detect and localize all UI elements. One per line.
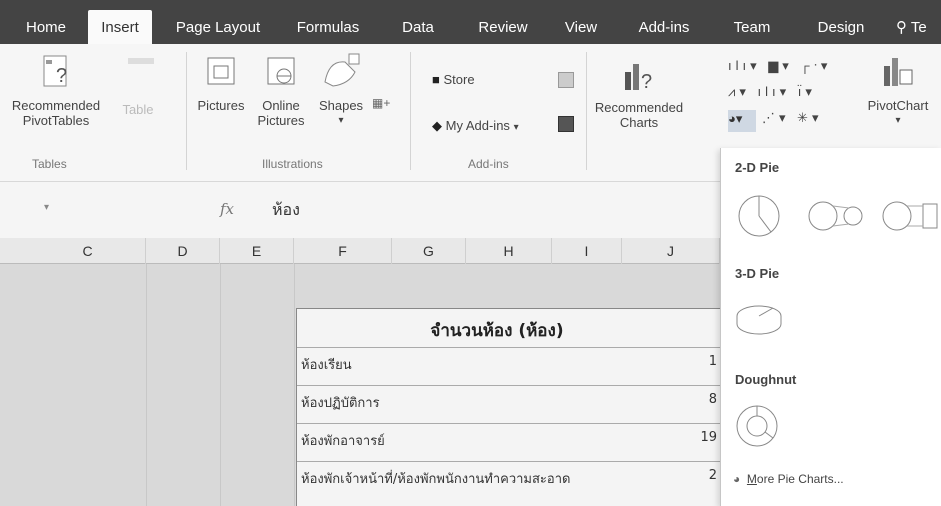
group-separator bbox=[186, 52, 187, 170]
tab-view[interactable]: View bbox=[556, 12, 606, 44]
ribbon-tab-bar: Home Insert Page Layout Formulas Data Re… bbox=[0, 0, 941, 44]
gridline bbox=[220, 264, 221, 506]
chevron-down-icon: ▾ bbox=[338, 115, 344, 126]
group-separator bbox=[586, 52, 587, 170]
worksheet-grid[interactable]: จำนวนห้อง (ห้อง) ห้องเรียน 1 ห้องปฏิบัติ… bbox=[0, 264, 720, 506]
store-button[interactable]: ■ Store bbox=[432, 72, 475, 87]
pivotchart-icon bbox=[884, 58, 913, 86]
pie-of-pie-option[interactable] bbox=[805, 194, 869, 238]
chevron-down-icon: ▾ bbox=[895, 115, 901, 126]
group-label-addins: Add-ins bbox=[468, 157, 509, 171]
tab-add-ins[interactable]: Add-ins bbox=[626, 12, 702, 44]
tab-formulas[interactable]: Formulas bbox=[286, 12, 370, 44]
tab-home[interactable]: Home bbox=[14, 12, 78, 44]
shapes-icon bbox=[324, 53, 360, 87]
section-doughnut-heading: Doughnut bbox=[735, 372, 797, 387]
tab-insert[interactable]: Insert bbox=[88, 10, 152, 44]
group-label-tables: Tables bbox=[32, 157, 67, 171]
table-icon bbox=[128, 58, 154, 64]
recommended-charts-icon: ? bbox=[625, 64, 652, 93]
chevron-down-icon: ▾ bbox=[513, 122, 519, 133]
column-header-j[interactable]: J bbox=[622, 238, 720, 264]
column-header-c[interactable]: C bbox=[30, 238, 146, 264]
row-label: ห้องปฏิบัติการ bbox=[301, 396, 380, 411]
tab-design[interactable]: Design bbox=[802, 12, 880, 44]
tab-review[interactable]: Review bbox=[468, 12, 538, 44]
bar-of-pie-option[interactable] bbox=[879, 194, 941, 238]
people-graph-icon[interactable] bbox=[558, 116, 574, 132]
section-2d-pie-heading: 2-D Pie bbox=[735, 160, 780, 175]
pie-3d-option[interactable] bbox=[733, 298, 789, 342]
online-pictures-button[interactable]: Online Pictures bbox=[252, 52, 310, 128]
pie-chart-icon: ◕ bbox=[733, 472, 741, 486]
column-header-d[interactable]: D bbox=[146, 238, 220, 264]
pie-chart-dropdown: 2-D Pie 3-D Pie Doughnut ◕ More Pie Char… bbox=[720, 148, 941, 506]
column-header-row: C D E F G H I J bbox=[0, 238, 720, 264]
table-row[interactable]: ห้องเรียน 1 bbox=[297, 347, 720, 377]
scatter-chart-icon[interactable]: ⋰▾ ✳▾ bbox=[762, 110, 823, 126]
doughnut-option[interactable] bbox=[733, 400, 785, 452]
tab-data[interactable]: Data bbox=[392, 12, 444, 44]
pie-chart-icon[interactable]: ◕▾ bbox=[728, 110, 756, 132]
group-label-illustrations: Illustrations bbox=[262, 157, 323, 171]
row-value: 2 bbox=[708, 468, 717, 483]
row-value: 1 bbox=[708, 354, 717, 369]
formula-input[interactable]: ห้อง bbox=[272, 198, 300, 223]
lightbulb-icon: ⚲ bbox=[896, 19, 907, 36]
pictures-button[interactable]: Pictures bbox=[192, 52, 250, 113]
tab-page-layout[interactable]: Page Layout bbox=[168, 12, 268, 44]
data-table: จำนวนห้อง (ห้อง) ห้องเรียน 1 ห้องปฏิบัติ… bbox=[296, 308, 720, 506]
picture-icon bbox=[207, 57, 235, 85]
function-icon[interactable]: fx bbox=[220, 200, 234, 218]
section-3d-pie-heading: 3-D Pie bbox=[735, 266, 780, 281]
line-chart-icon[interactable]: ⩘▾ ılı▾ ı̈▾ bbox=[728, 84, 816, 100]
column-header-f[interactable]: F bbox=[294, 238, 392, 264]
name-box-dropdown-icon[interactable]: ▾ bbox=[44, 202, 49, 213]
column-header-h[interactable]: H bbox=[466, 238, 552, 264]
more-pie-charts-link[interactable]: ◕ More Pie Charts... bbox=[733, 472, 844, 486]
tab-tell-me[interactable]: ⚲ Te bbox=[896, 12, 941, 44]
table-row[interactable]: ห้องพักเจ้าหน้าที่/ห้องพักพนักงานทำความส… bbox=[297, 461, 720, 491]
table-title: จำนวนห้อง (ห้อง) bbox=[430, 321, 564, 341]
online-picture-icon bbox=[267, 57, 295, 85]
tab-team[interactable]: Team bbox=[722, 12, 782, 44]
formula-bar: ▾ fx ห้อง bbox=[0, 182, 720, 238]
row-label: ห้องพักอาจารย์ bbox=[301, 434, 385, 449]
group-separator bbox=[410, 52, 411, 170]
smartart-icon[interactable]: ▦+ bbox=[372, 96, 390, 110]
store-icon: ■ bbox=[432, 72, 440, 87]
recommended-charts-button[interactable]: ? Recommended Charts bbox=[592, 58, 686, 130]
pie-2d-option[interactable] bbox=[735, 190, 787, 242]
recommended-pivottables-button[interactable]: ? Recommended PivotTables bbox=[2, 52, 110, 128]
row-value: 8 bbox=[708, 392, 717, 407]
svg-text:?: ? bbox=[56, 65, 67, 87]
column-header-e[interactable]: E bbox=[220, 238, 294, 264]
table-row[interactable]: ห้องปฏิบัติการ 8 bbox=[297, 385, 720, 415]
pivotchart-button[interactable]: PivotChart ▾ bbox=[858, 52, 938, 128]
row-value: 19 bbox=[700, 430, 717, 445]
gridline bbox=[146, 264, 147, 506]
table-button[interactable]: Table bbox=[118, 102, 158, 117]
svg-text:?: ? bbox=[641, 71, 652, 93]
bing-maps-icon[interactable] bbox=[558, 72, 574, 88]
row-label: ห้องเรียน bbox=[301, 358, 352, 373]
my-addins-button[interactable]: ◆ My Add-ins ▾ bbox=[432, 118, 519, 135]
shapes-button[interactable]: Shapes ▾ bbox=[312, 52, 370, 128]
column-header-g[interactable]: G bbox=[392, 238, 466, 264]
gridline bbox=[294, 264, 295, 506]
column-chart-icon[interactable]: ılı▾ ▆▾ ┌ᐧ▾ bbox=[728, 58, 831, 74]
table-row[interactable]: ห้องพักอาจารย์ 19 bbox=[297, 423, 720, 453]
column-header-i[interactable]: I bbox=[552, 238, 622, 264]
puzzle-icon: ◆ bbox=[432, 118, 442, 133]
row-label: ห้องพักเจ้าหน้าที่/ห้องพักพนักงานทำความส… bbox=[301, 472, 571, 487]
recommended-pivottables-icon: ? bbox=[43, 55, 67, 87]
